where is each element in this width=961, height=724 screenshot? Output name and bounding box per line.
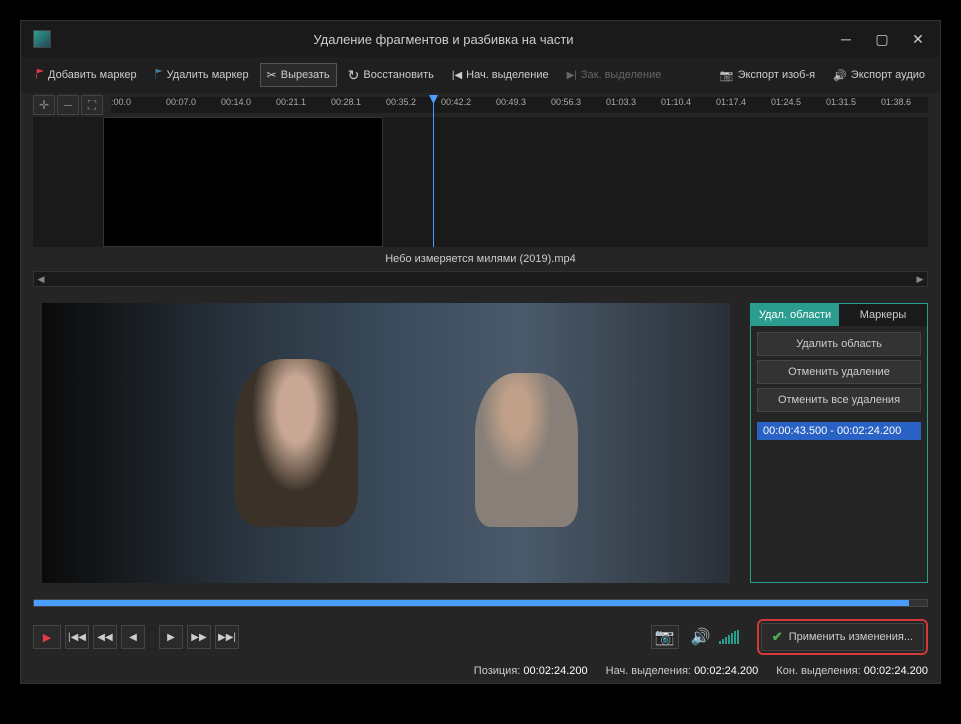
apply-changes-button[interactable]: ✔ Применить изменения... <box>761 623 924 651</box>
maximize-button[interactable]: ▢ <box>872 29 892 49</box>
status-sel-start: Нач. выделения: 00:02:24.200 <box>606 665 759 677</box>
cut-button[interactable]: Вырезать <box>260 63 337 87</box>
status-bar: Позиция: 00:02:24.200 Нач. выделения: 00… <box>21 659 940 685</box>
tab-deleted-regions[interactable]: Удал. области <box>751 304 839 326</box>
selection-start-icon <box>452 69 462 81</box>
volume-slider[interactable] <box>719 630 739 644</box>
video-clip[interactable] <box>103 117 383 247</box>
volume-icon[interactable]: 🔊 <box>691 627 711 647</box>
title-bar: Удаление фрагментов и разбивка на части … <box>21 21 940 57</box>
add-marker-button[interactable]: Добавить маркер <box>29 64 144 87</box>
rewind-button[interactable]: ◀◀ <box>93 625 117 649</box>
app-icon <box>33 30 51 48</box>
selection-end-icon <box>567 69 577 81</box>
seek-bar[interactable] <box>33 599 928 607</box>
window-title: Удаление фрагментов и разбивка на части <box>51 32 836 47</box>
export-image-button[interactable]: Экспорт изоб-я <box>713 64 822 87</box>
app-window: Удаление фрагментов и разбивка на части … <box>20 20 941 684</box>
flag-red-icon <box>36 69 44 82</box>
zoom-out-button[interactable]: ─ <box>57 95 79 115</box>
timeline-track[interactable] <box>33 117 928 247</box>
check-icon: ✔ <box>772 629 783 645</box>
tab-markers[interactable]: Маркеры <box>839 304 927 326</box>
scroll-right-icon[interactable]: ▶ <box>913 272 927 286</box>
status-sel-end: Кон. выделения: 00:02:24.200 <box>776 665 928 677</box>
delete-marker-button[interactable]: Удалить маркер <box>148 64 256 87</box>
timeline-ruler[interactable]: :00.0 00:07.0 00:14.0 00:21.1 00:28.1 00… <box>111 97 928 113</box>
restore-icon <box>348 67 360 84</box>
scissors-icon <box>267 68 277 82</box>
region-item[interactable]: 00:00:43.500 - 00:02:24.200 <box>757 422 921 440</box>
minimize-button[interactable]: ─ <box>836 29 856 49</box>
playhead[interactable] <box>433 101 434 247</box>
delete-region-button[interactable]: Удалить область <box>757 332 921 356</box>
toolbar: Добавить маркер Удалить маркер Вырезать … <box>21 57 940 93</box>
status-position: Позиция: 00:02:24.200 <box>474 665 588 677</box>
playback-controls: ▶ |◀◀ ◀◀ ◀ ▶ ▶▶ ▶▶| 📷 🔊 ✔ Применить изме… <box>21 615 940 659</box>
skip-start-button[interactable]: |◀◀ <box>65 625 89 649</box>
selection-start-button[interactable]: Нач. выделение <box>445 64 556 86</box>
timeline-controls: ✛ ─ ⛶ :00.0 00:07.0 00:14.0 00:21.1 00:2… <box>21 93 940 117</box>
undo-delete-button[interactable]: Отменить удаление <box>757 360 921 384</box>
zoom-fit-button[interactable]: ⛶ <box>81 95 103 115</box>
selection-end-button[interactable]: Зак. выделение <box>560 64 669 86</box>
region-list: 00:00:43.500 - 00:02:24.200 <box>751 422 927 440</box>
snapshot-button[interactable]: 📷 <box>651 625 679 649</box>
timeline-scrollbar[interactable]: ◀ ▶ <box>33 271 928 287</box>
export-audio-button[interactable]: Экспорт аудио <box>826 64 932 87</box>
side-panel: Удал. области Маркеры Удалить область От… <box>750 303 928 583</box>
apply-highlight: ✔ Применить изменения... <box>757 619 928 655</box>
skip-end-button[interactable]: ▶▶| <box>215 625 239 649</box>
export-audio-icon <box>833 69 847 82</box>
close-button[interactable]: ✕ <box>908 29 928 49</box>
export-image-icon <box>720 69 734 82</box>
clip-filename: Небо измеряется милями (2019).mp4 <box>21 253 940 265</box>
step-back-button[interactable]: ◀ <box>121 625 145 649</box>
restore-button[interactable]: Восстановить <box>341 62 441 89</box>
scroll-left-icon[interactable]: ◀ <box>34 272 48 286</box>
zoom-in-button[interactable]: ✛ <box>33 95 55 115</box>
flag-blue-icon <box>155 69 163 82</box>
play-button[interactable]: ▶ <box>33 625 61 649</box>
undo-all-button[interactable]: Отменить все удаления <box>757 388 921 412</box>
video-preview <box>42 303 730 583</box>
fast-forward-button[interactable]: ▶▶ <box>187 625 211 649</box>
step-forward-button[interactable]: ▶ <box>159 625 183 649</box>
